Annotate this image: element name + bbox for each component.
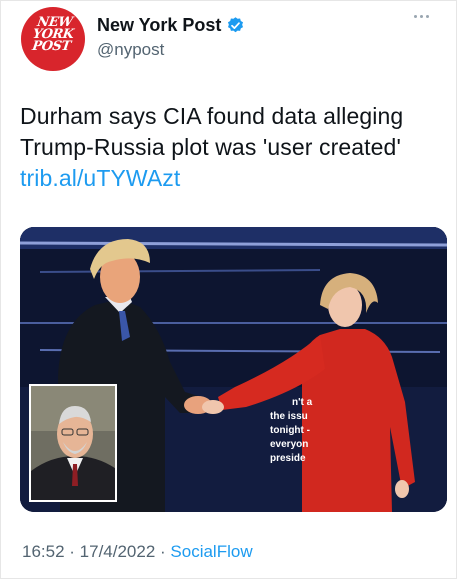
display-name[interactable]: New York Post xyxy=(97,15,221,36)
tweet-body: Durham says CIA found data alleging Trum… xyxy=(20,103,404,160)
tweet-photo[interactable]: n't a the issu tonight - everyon preside xyxy=(20,227,447,512)
avatar-logo: NEW YORK POST xyxy=(31,15,75,54)
separator: · xyxy=(64,542,80,561)
tweet-card: NEW YORK POST New York Post @nypost Durh… xyxy=(0,0,457,579)
tweet-meta: 16:52 · 17/4/2022 · SocialFlow xyxy=(22,542,253,562)
podium-text-line: n't a xyxy=(292,397,313,408)
podium-text-line: preside xyxy=(270,453,306,464)
tweet-source[interactable]: SocialFlow xyxy=(170,542,252,561)
tweet-link[interactable]: trib.al/uTYWAzt xyxy=(20,165,180,191)
more-dots-icon[interactable] xyxy=(414,11,436,21)
podium-text-line: everyon xyxy=(270,439,308,450)
handle[interactable]: @nypost xyxy=(97,40,164,60)
inset-portrait xyxy=(29,384,117,502)
verified-badge-icon xyxy=(228,17,244,33)
separator: · xyxy=(155,542,171,561)
tweet-time[interactable]: 16:52 xyxy=(22,542,65,561)
tweet-date[interactable]: 17/4/2022 xyxy=(80,542,156,561)
avatar[interactable]: NEW YORK POST xyxy=(21,7,85,71)
tweet-text: Durham says CIA found data alleging Trum… xyxy=(20,101,445,194)
podium-text-line: the issu xyxy=(270,411,308,422)
podium-text-line: tonight - xyxy=(270,425,310,436)
author-name-row[interactable]: New York Post xyxy=(97,15,245,36)
